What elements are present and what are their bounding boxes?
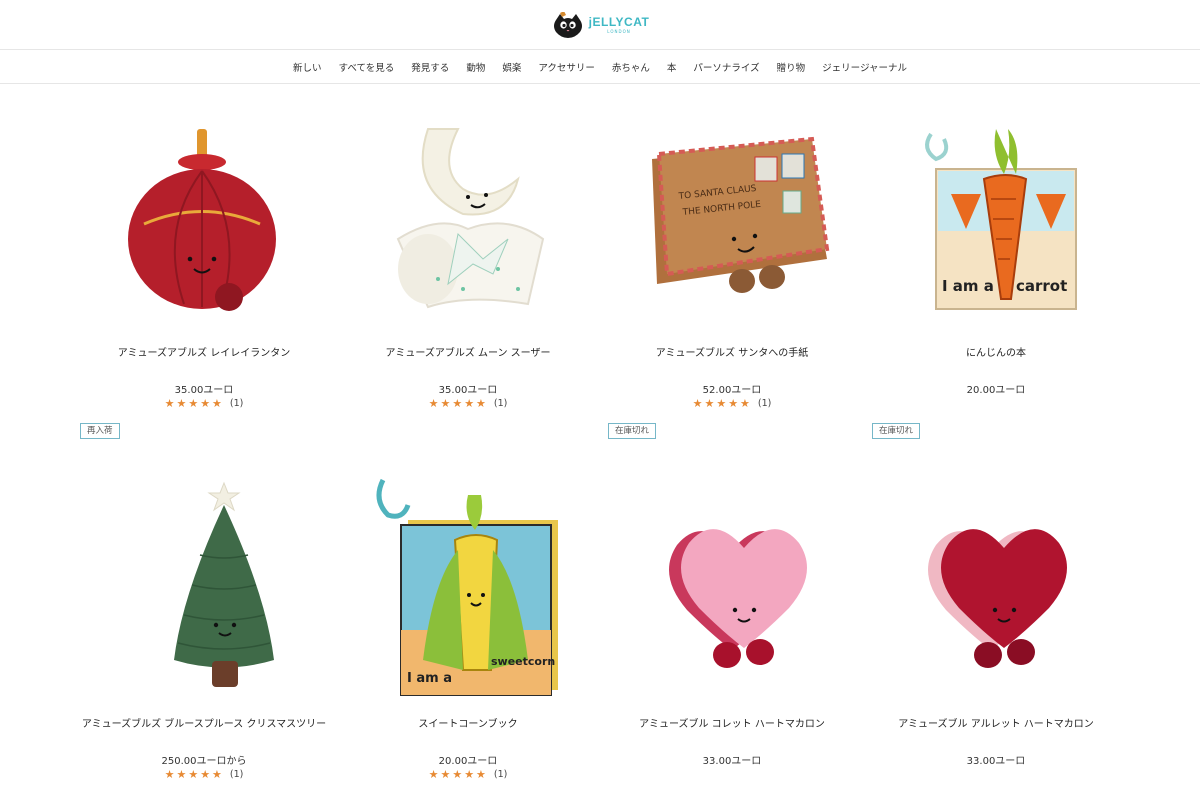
- product-price: 20.00ユーロ: [438, 756, 498, 767]
- cat-logo-icon: [553, 11, 582, 38]
- rating-stars: ★★★★★: [164, 768, 224, 781]
- review-count: (1): [229, 769, 244, 780]
- product-rating: [729, 768, 735, 781]
- nav-item-all[interactable]: すべてを見る: [339, 60, 395, 74]
- product-name[interactable]: アミューズアブルズ レイレイランタン: [118, 344, 290, 359]
- product-card[interactable]: I am a carrot にんじんの本 20.00ユーロ: [864, 84, 1128, 455]
- status-badge: 再入荷: [80, 423, 120, 440]
- pink-heart-macaron-icon: [669, 529, 807, 668]
- product-rating: [993, 397, 999, 410]
- product-price: 33.00ユーロ: [702, 756, 762, 767]
- product-image[interactable]: I am a sweetcorn: [336, 455, 600, 705]
- product-name[interactable]: アミューズアブルズ ムーン スーザー: [386, 344, 551, 359]
- review-count: (1): [493, 398, 508, 409]
- nav-item-animals[interactable]: 動物: [466, 60, 485, 74]
- rating-stars: ★★★★★: [428, 397, 488, 410]
- jellycat-logo[interactable]: jELLYCAT LONDON: [551, 11, 650, 38]
- rating-stars: ★★★★★: [692, 397, 752, 410]
- product-price: 35.00ユーロ: [438, 385, 498, 396]
- product-name[interactable]: アミューズブル コレット ハートマカロン: [639, 715, 825, 730]
- sweetcorn-book-icon: I am a sweetcorn: [376, 478, 558, 696]
- carrot-book-icon: I am a carrot: [925, 129, 1077, 310]
- brand-name: jELLYCAT: [588, 14, 650, 29]
- product-name[interactable]: アミューズブル アルレット ハートマカロン: [898, 715, 1094, 730]
- product-name[interactable]: にんじんの本: [966, 344, 1026, 359]
- product-image[interactable]: [72, 84, 336, 334]
- review-count: (1): [757, 398, 772, 409]
- brand-sub: LONDON: [607, 28, 631, 34]
- nav-item-baby[interactable]: 赤ちゃん: [612, 60, 650, 74]
- review-count: (1): [229, 398, 244, 409]
- book-text-line-1: I am a: [407, 671, 452, 686]
- product-card[interactable]: 在庫切れ アミューズブル アルレット ハートマカロン 33.00ユーロ: [864, 423, 1128, 801]
- site-header: jELLYCAT LONDON: [0, 0, 1200, 50]
- nav-item-discover[interactable]: 発見する: [411, 60, 449, 74]
- product-card[interactable]: アミューズアブルズ ムーン スーザー 35.00ユーロ ★★★★★ (1): [336, 84, 600, 455]
- product-price: 33.00ユーロ: [966, 756, 1026, 767]
- nav-item-personalise[interactable]: パーソナライズ: [693, 60, 759, 74]
- product-card[interactable]: アミューズアブルズ レイレイランタン 35.00ユーロ ★★★★★ (1): [72, 84, 336, 455]
- book-text-line-1: I am a: [942, 277, 994, 295]
- nav-item-accessories[interactable]: アクセサリー: [538, 60, 595, 74]
- product-rating: ★★★★★ (1): [429, 397, 508, 410]
- product-image[interactable]: TO SANTA CLAUS THE NORTH POLE: [600, 84, 864, 334]
- product-name[interactable]: アミューズブルズ サンタへの手紙: [656, 344, 808, 359]
- product-price: 250.00ユーロから: [161, 756, 247, 767]
- review-count: (1): [493, 769, 508, 780]
- product-image[interactable]: [336, 84, 600, 334]
- product-rating: [993, 768, 999, 781]
- product-image[interactable]: [864, 455, 1128, 705]
- product-price: 35.00ユーロ: [174, 385, 234, 396]
- product-image[interactable]: [72, 455, 336, 705]
- product-image[interactable]: I am a carrot: [864, 84, 1128, 334]
- main-nav: 新しい すべてを見る 発見する 動物 娯楽 アクセサリー 赤ちゃん 本 パーソナ…: [0, 50, 1200, 84]
- product-grid: アミューズアブルズ レイレイランタン 35.00ユーロ ★★★★★ (1) アミ…: [72, 84, 1128, 801]
- red-heart-macaron-icon: [928, 529, 1067, 668]
- product-price: 20.00ユーロ: [966, 385, 1026, 396]
- product-image[interactable]: [600, 455, 864, 705]
- status-badge: 在庫切れ: [872, 423, 921, 440]
- rating-stars: ★★★★★: [428, 768, 488, 781]
- nav-item-books[interactable]: 本: [667, 60, 677, 74]
- product-name[interactable]: アミューズブルズ ブルースプルース クリスマスツリー: [82, 715, 326, 730]
- product-rating: ★★★★★ (1): [165, 768, 244, 781]
- status-badge: 在庫切れ: [608, 423, 657, 440]
- product-card[interactable]: 再入荷 アミューズブルズ ブルースプルース クリスマスツリー 250.00ユーロ…: [72, 423, 336, 801]
- christmas-tree-plush-icon: [174, 481, 274, 687]
- santa-letter-plush-icon: TO SANTA CLAUS THE NORTH POLE: [652, 136, 830, 293]
- product-card[interactable]: TO SANTA CLAUS THE NORTH POLE アミューズブルズ サ…: [600, 84, 864, 455]
- rating-stars: ★★★★★: [164, 397, 224, 410]
- nav-item-jellyjournal[interactable]: ジェリージャーナル: [822, 60, 907, 74]
- product-rating: ★★★★★ (1): [165, 397, 244, 410]
- nav-item-gifts[interactable]: 贈り物: [777, 60, 806, 74]
- nav-item-amuseables[interactable]: 娯楽: [502, 60, 521, 74]
- product-price: 52.00ユーロ: [702, 385, 762, 396]
- product-card[interactable]: I am a sweetcorn スイートコーンブック 20.00ユーロ ★★★…: [336, 455, 600, 801]
- red-lantern-plush-icon: [128, 129, 276, 311]
- product-rating: ★★★★★ (1): [429, 768, 508, 781]
- book-text-line-2: carrot: [1016, 277, 1067, 295]
- moon-soother-plush-icon: [396, 128, 545, 309]
- book-text-line-2: sweetcorn: [491, 655, 555, 668]
- product-rating: ★★★★★ (1): [693, 397, 772, 410]
- nav-item-new[interactable]: 新しい: [293, 60, 322, 74]
- product-name[interactable]: スイートコーンブック: [418, 715, 517, 730]
- product-card[interactable]: 在庫切れ アミューズブル コレット ハートマカロン 33.00ユーロ: [600, 423, 864, 801]
